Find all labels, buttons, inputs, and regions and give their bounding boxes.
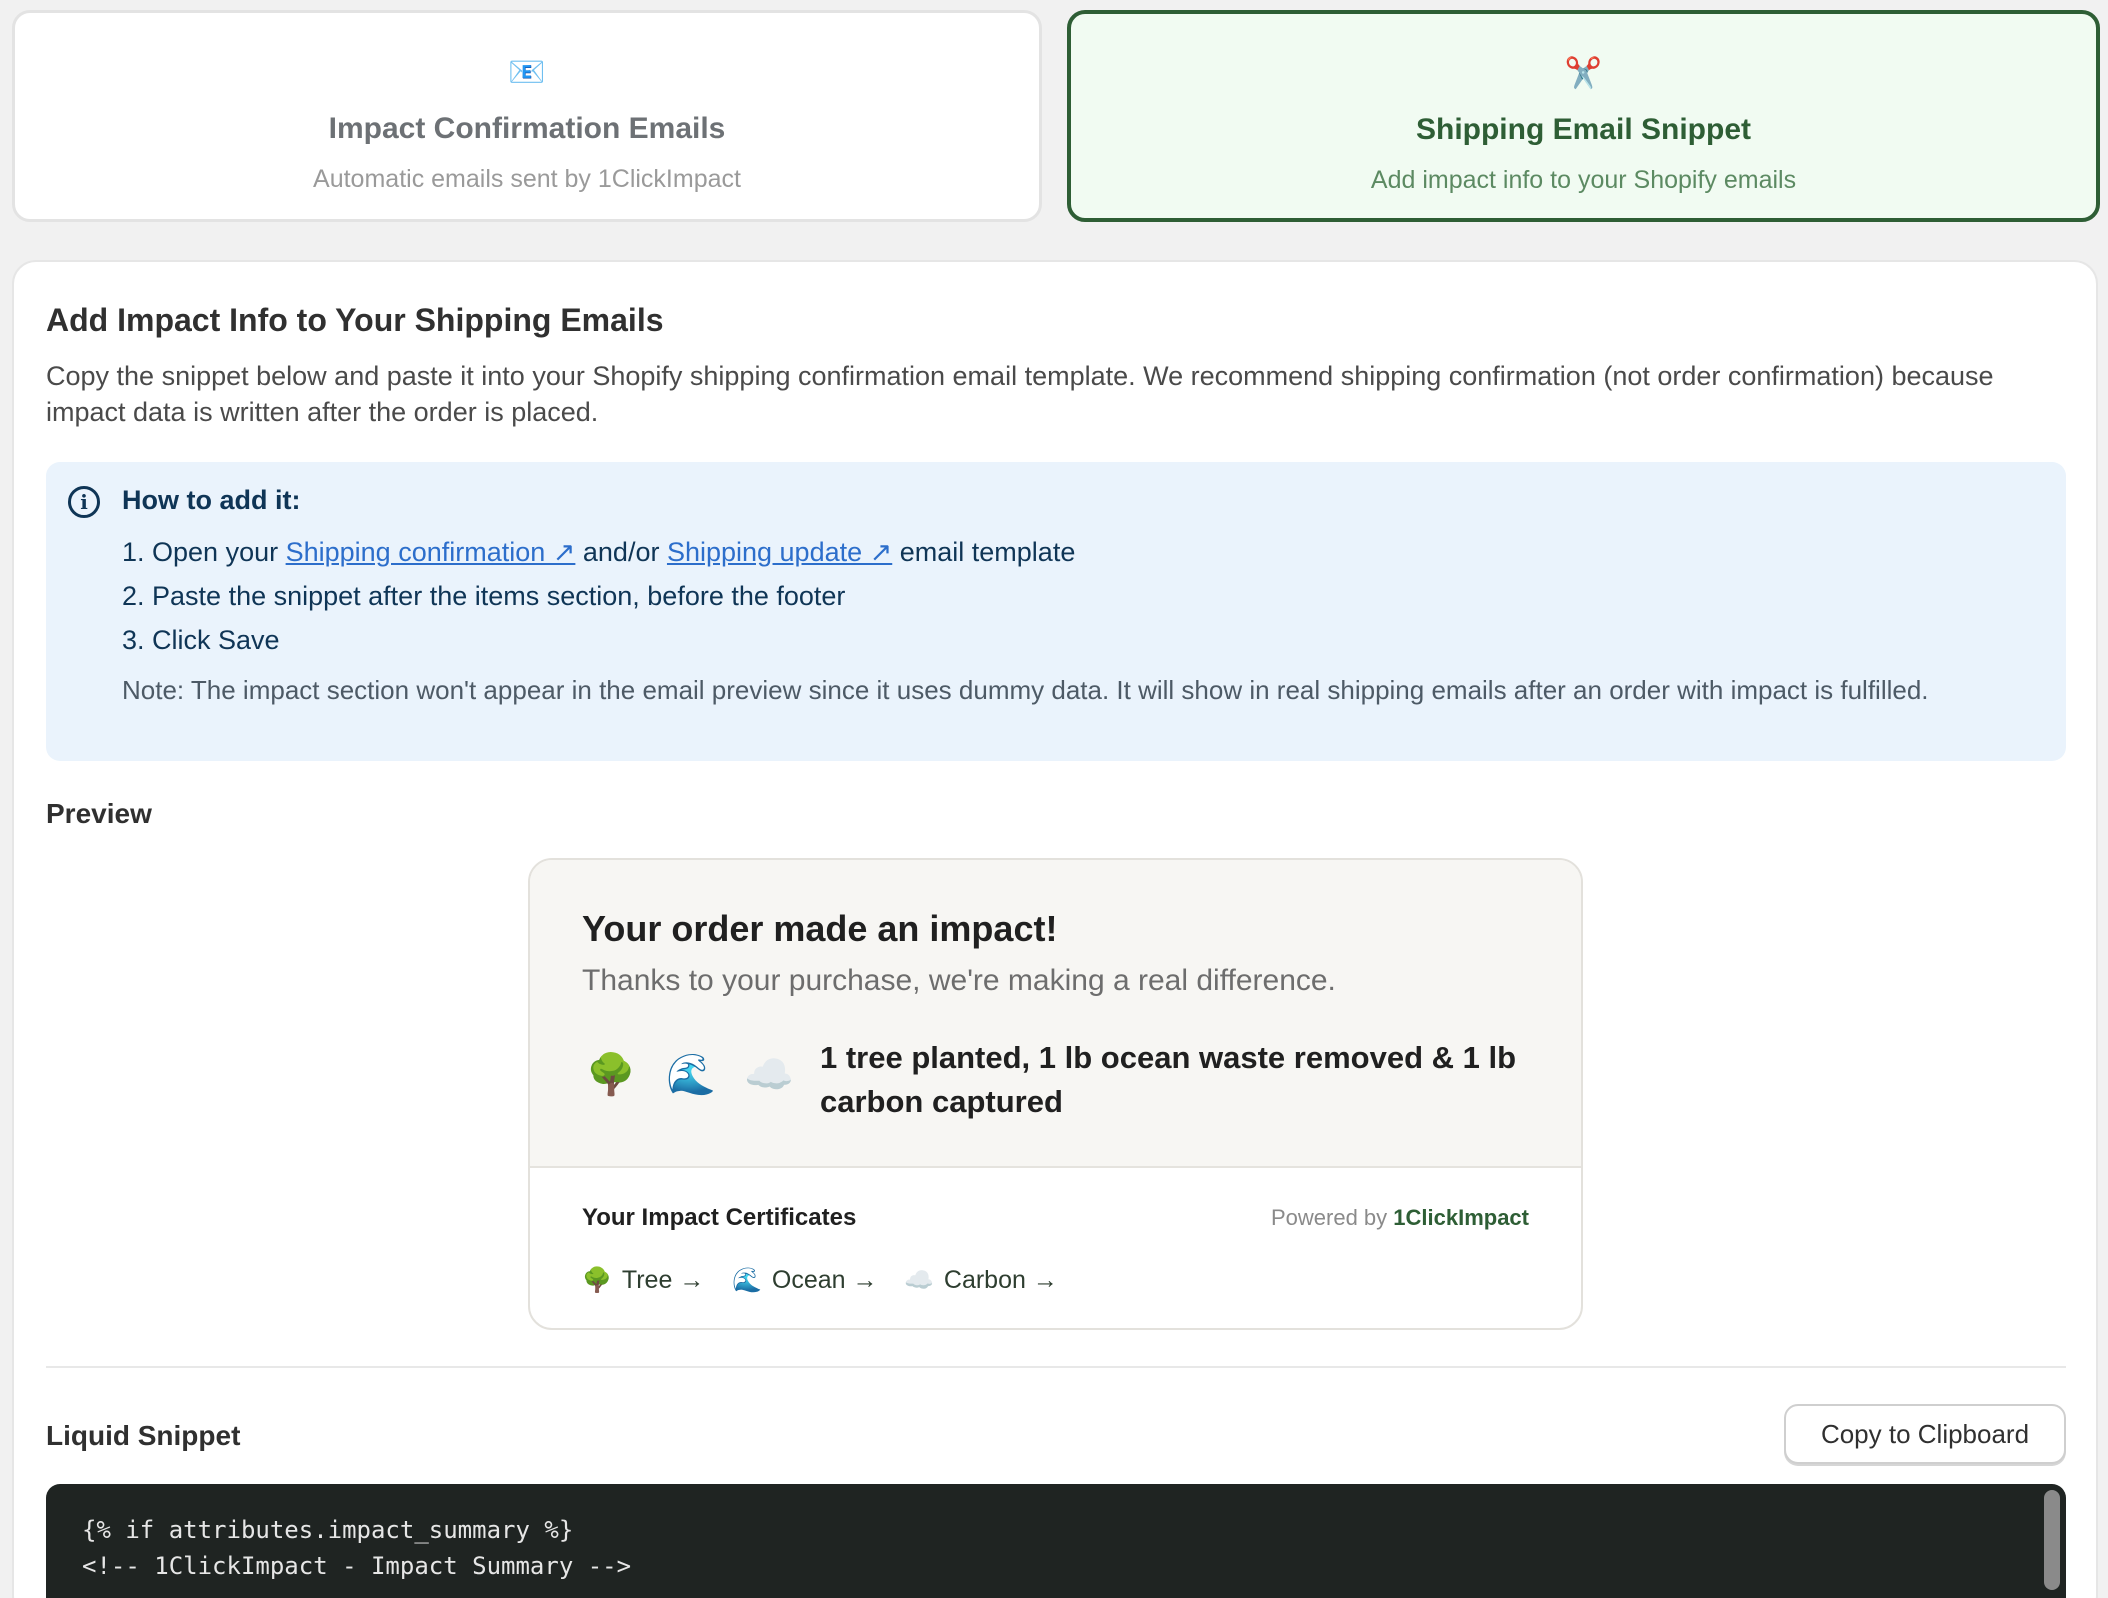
copy-to-clipboard-button[interactable]: Copy to Clipboard xyxy=(1784,1404,2066,1464)
certificate-links: 🌳 Tree → 🌊 Ocean → ☁️ Carbon → xyxy=(582,1260,1482,1300)
carbon-certificate-link[interactable]: ☁️ Carbon → xyxy=(904,1260,1058,1301)
tab-subtitle: Automatic emails sent by 1ClickImpact xyxy=(313,165,741,193)
ocean-certificate-link[interactable]: 🌊 Ocean → xyxy=(732,1260,878,1301)
code-scrollbar[interactable] xyxy=(2044,1490,2060,1590)
step-text: email template xyxy=(892,537,1076,567)
email-preview-card: Your order made an impact! Thanks to you… xyxy=(528,858,1583,1330)
carbon-icon: ☁️ xyxy=(744,1053,794,1097)
scissors-icon: ✂️ xyxy=(1564,57,1603,90)
panel-description: Copy the snippet below and paste it into… xyxy=(46,361,1994,427)
tab-title: Impact Confirmation Emails xyxy=(328,112,726,145)
tree-icon: 🌳 xyxy=(582,1267,612,1294)
powered-prefix: Powered by xyxy=(1270,1205,1394,1230)
impact-summary: 1 tree planted, 1 lb ocean waste removed… xyxy=(820,1040,1517,1119)
info-icon: i xyxy=(68,486,100,518)
preview-header: Your order made an impact! Thanks to you… xyxy=(530,860,1581,1168)
powered-brand: 1ClickImpact xyxy=(1393,1205,1529,1230)
how-to-step-3: 3. Click Save xyxy=(122,625,280,655)
tab-impact-confirmation-emails[interactable]: 📧 Impact Confirmation Emails Automatic e… xyxy=(12,10,1042,222)
impact-icons: 🌳 🌊 ☁️ xyxy=(582,1046,812,1116)
liquid-snippet-label: Liquid Snippet xyxy=(46,1420,241,1451)
step-text: and/or xyxy=(575,537,667,567)
tab-bar: 📧 Impact Confirmation Emails Automatic e… xyxy=(12,10,2100,222)
powered-by: Powered by 1ClickImpact xyxy=(1271,1200,1529,1236)
how-to-step-2: 2. Paste the snippet after the items sec… xyxy=(122,581,846,611)
cert-link-label: Tree → xyxy=(621,1266,705,1294)
ocean-icon: 🌊 xyxy=(732,1267,762,1294)
how-to-banner: i How to add it: 1. Open your Shipping c… xyxy=(46,462,2066,761)
shipping-snippet-panel: Add Impact Info to Your Shipping Emails … xyxy=(12,260,2098,1598)
preview-thanks-text: Thanks to your purchase, we're making a … xyxy=(582,964,1336,997)
code-line: {% if attributes.impact_summary %} xyxy=(82,1516,574,1544)
preview-heading: Your order made an impact! xyxy=(582,908,1058,949)
tab-subtitle: Add impact info to your Shopify emails xyxy=(1370,166,1797,194)
step-text: 1. Open your xyxy=(122,537,286,567)
certificates-heading: Your Impact Certificates xyxy=(582,1204,857,1231)
tab-shipping-email-snippet[interactable]: ✂️ Shipping Email Snippet Add impact inf… xyxy=(1067,10,2100,222)
how-to-note: Note: The impact section won't appear in… xyxy=(122,675,1929,705)
preview-label: Preview xyxy=(46,798,152,829)
tab-title: Shipping Email Snippet xyxy=(1415,113,1751,146)
liquid-snippet-code[interactable]: {% if attributes.impact_summary %} <!-- … xyxy=(46,1484,2066,1598)
cert-link-label: Carbon → xyxy=(943,1266,1058,1294)
panel-title: Add Impact Info to Your Shipping Emails xyxy=(46,302,664,338)
shipping-confirmation-link[interactable]: Shipping confirmation ↗ xyxy=(286,537,576,567)
shipping-update-link[interactable]: Shipping update ↗ xyxy=(667,537,892,567)
cert-link-label: Ocean → xyxy=(771,1266,878,1294)
email-icon: 📧 xyxy=(508,56,546,89)
carbon-icon: ☁️ xyxy=(904,1267,934,1294)
section-divider xyxy=(46,1366,2066,1368)
tree-certificate-link[interactable]: 🌳 Tree → xyxy=(582,1260,704,1301)
tree-icon: 🌳 xyxy=(586,1053,636,1097)
how-to-step-1: 1. Open your Shipping confirmation ↗ and… xyxy=(122,532,1075,572)
how-to-heading: How to add it: xyxy=(122,485,301,515)
ocean-icon: 🌊 xyxy=(666,1053,716,1097)
code-line: <!-- 1ClickImpact - Impact Summary --> xyxy=(82,1552,632,1580)
